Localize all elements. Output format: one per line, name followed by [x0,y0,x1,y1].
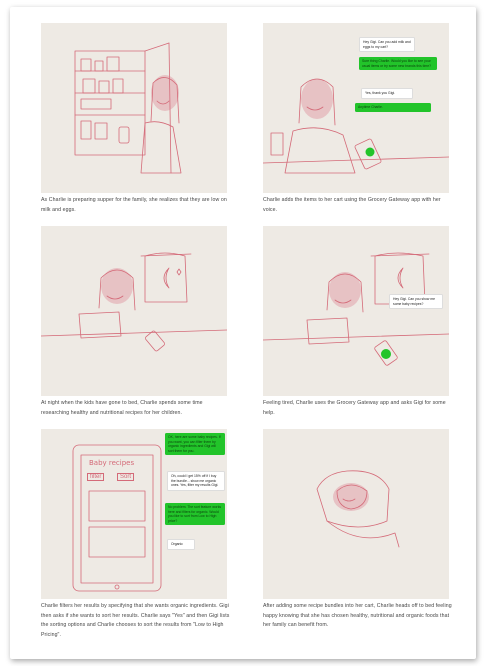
panel-voice-order: Hey Gigi. Can you add milk and eggs to m… [263,23,449,193]
chat-bubble: Anytime Charlie. [355,103,431,112]
caption-4: Feeling tired, Charlie uses the Grocery … [263,400,446,416]
panel-kitchen [41,23,227,193]
ask-gigi-sketch [263,252,449,366]
panel-night-research [41,226,227,396]
chat-bubble: Oh, could I get 15% off if I buy the bun… [167,471,225,491]
chat-bubble: OK, here are some baby recipes. If you w… [165,433,225,456]
microphone-indicator-icon[interactable] [381,349,391,359]
chat-bubble: Hey Gigi. Can you add milk and eggs to m… [359,37,415,53]
chat-bubble: No problem. The sort feature works here … [165,503,225,526]
tablet-title: Baby recipes [89,459,135,467]
caption-3: At night when the kids have gone to bed,… [41,400,203,416]
tablet-sort-label[interactable]: Sort [117,473,135,481]
caption-1: As Charlie is preparing supper for the f… [41,197,227,213]
storyboard-sheet: As Charlie is preparing supper for the f… [10,7,476,659]
panel-ask-gigi: Hey Gigi. Can you show me some baby reci… [263,226,449,396]
chat-bubble: Organic [167,539,195,550]
tablet-filter-label[interactable]: filter [87,473,105,481]
caption-5: Charlie filters her results by specifyin… [41,603,230,638]
chat-bubble: Sure thing Charlie. Would you like to se… [359,57,437,71]
bedtime-sketch [316,470,400,548]
caption-2: Charlie adds the items to her cart using… [263,197,441,213]
chat-bubble: Yes, thank you Gigi. [361,88,413,99]
kitchen-sketch [74,42,182,174]
microphone-indicator-icon[interactable] [365,147,375,157]
night-research-sketch [41,252,227,352]
caption-6: After adding some recipe bundles into he… [263,603,452,628]
panel-filter-results: Baby recipes filter Sort OK, here are so… [41,429,227,599]
chat-bubble: Hey Gigi. Can you show me some baby reci… [389,294,443,310]
panel-bedtime [263,429,449,599]
